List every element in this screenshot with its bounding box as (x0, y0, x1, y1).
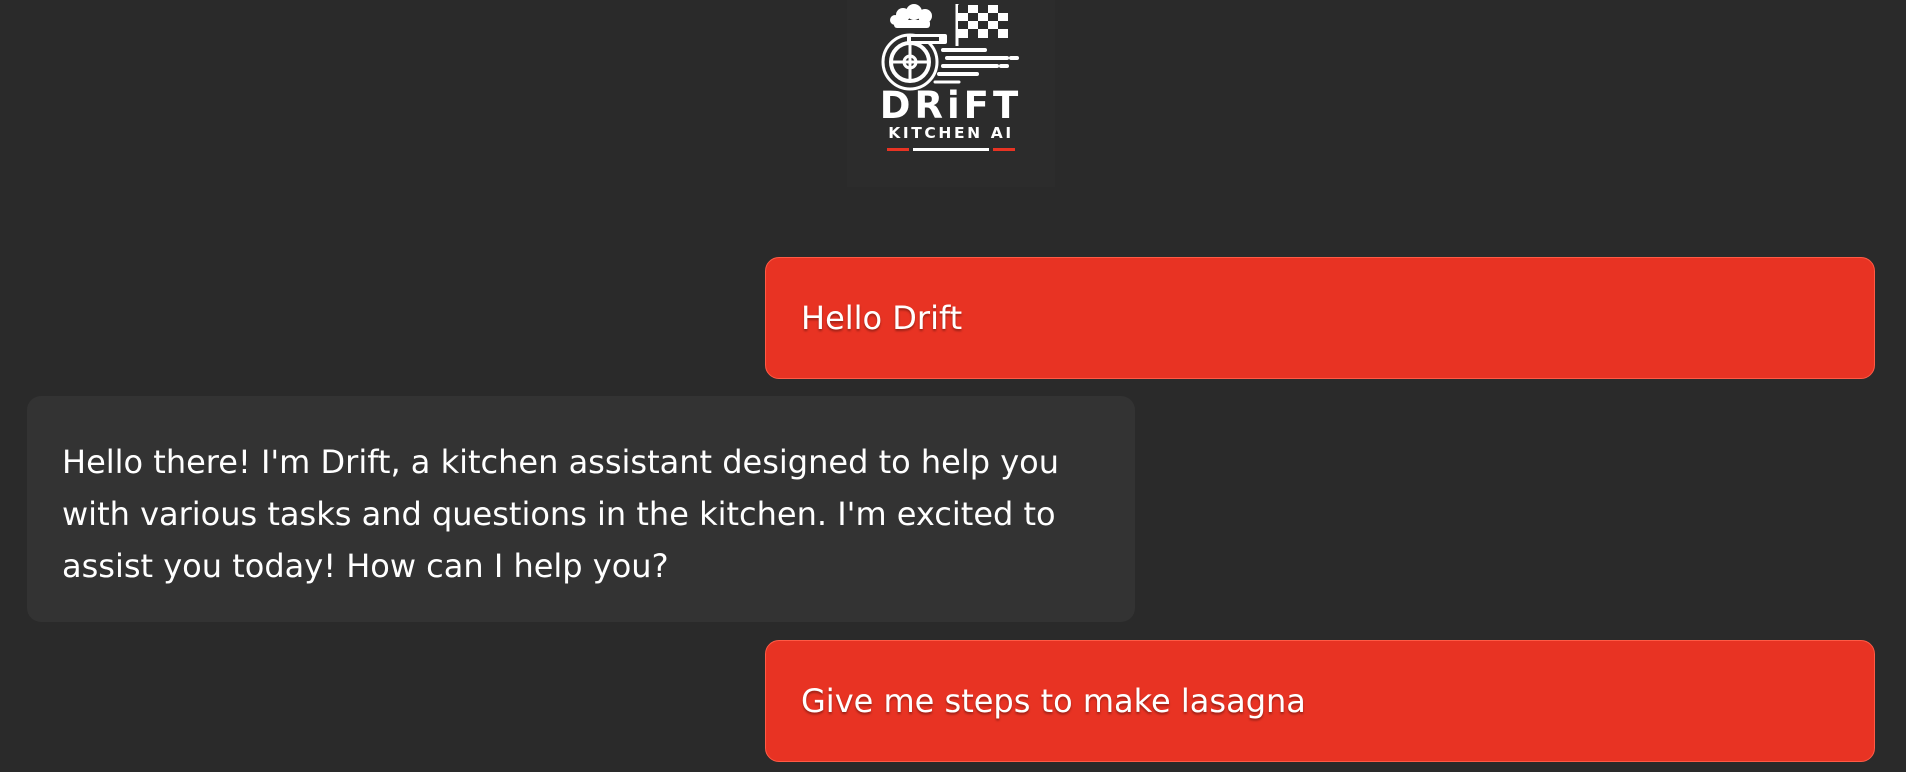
user-message-text: Give me steps to make lasagna (801, 682, 1306, 720)
app-logo: DRiFT KITCHEN AI (847, 0, 1055, 187)
logo-title: DRiFT (879, 84, 1023, 127)
user-message: Give me steps to make lasagna (765, 640, 1875, 762)
logo-subtitle: KITCHEN AI (888, 124, 1014, 142)
assistant-message: Hello there! I'm Drift, a kitchen assist… (27, 396, 1135, 622)
user-message: Hello Drift (765, 257, 1875, 379)
user-message-text: Hello Drift (801, 299, 963, 337)
assistant-message-text: Hello there! I'm Drift, a kitchen assist… (62, 443, 1059, 585)
